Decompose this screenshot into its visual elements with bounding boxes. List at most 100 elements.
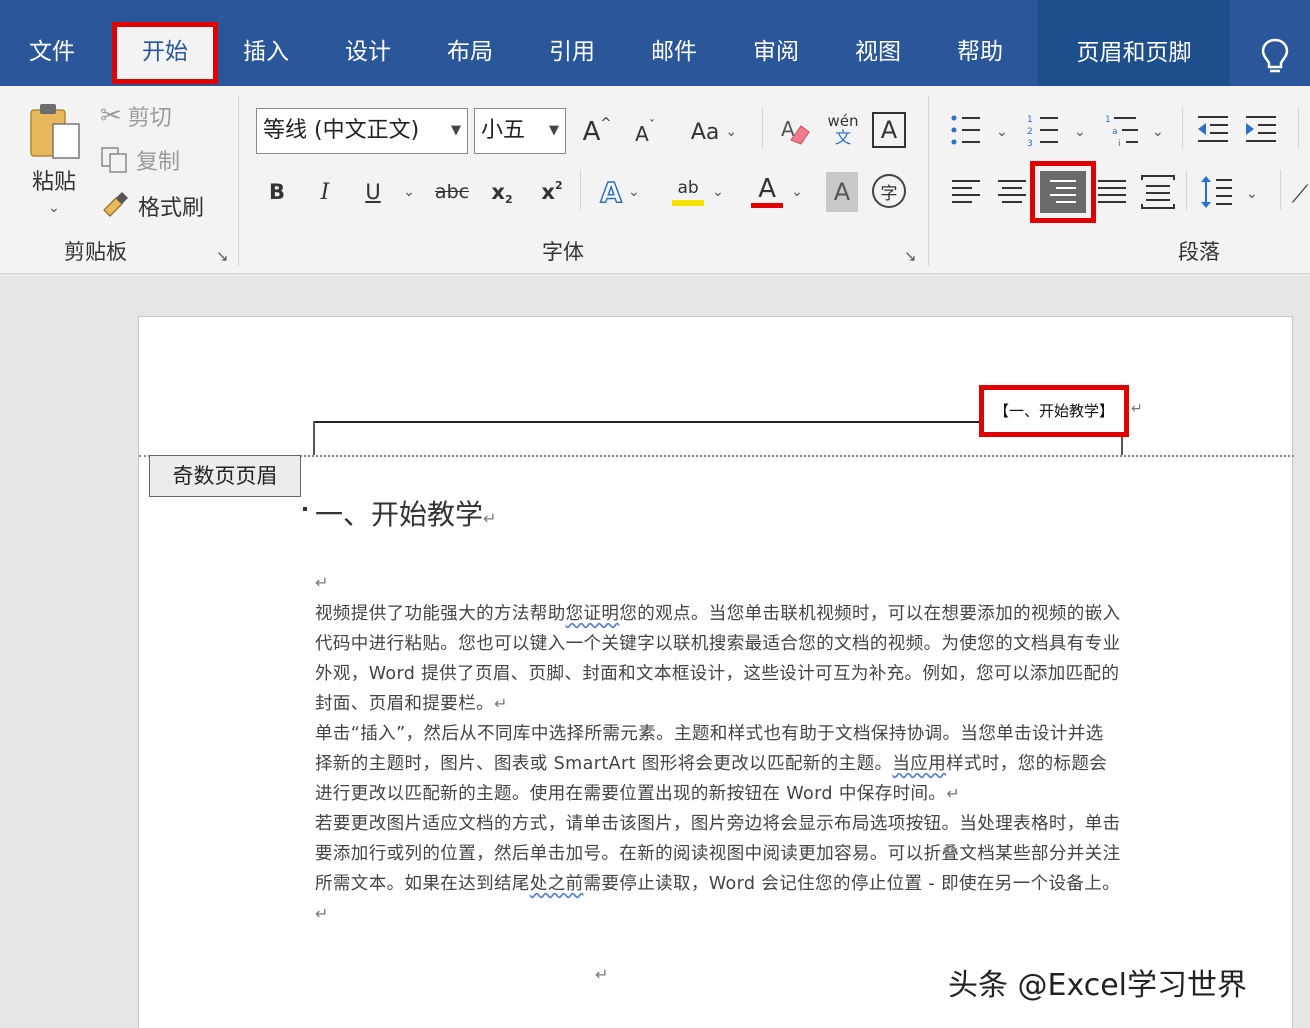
group-separator (1182, 108, 1183, 148)
tab-design[interactable]: 设计 (328, 22, 408, 82)
document-page[interactable]: 【一、开始教学】 ↵ 奇数页页眉 一、开始教学↵ ↵ 视频提供了功能强大的方法帮… (138, 316, 1294, 1028)
svg-text:⌄: ⌄ (1074, 124, 1086, 140)
underline-button[interactable]: U (358, 172, 388, 212)
format-painter-icon (103, 192, 128, 217)
tab-review[interactable]: 审阅 (736, 22, 816, 82)
group-separator (762, 108, 763, 148)
final-paragraph-mark: ↵ (595, 965, 609, 984)
tab-mailings[interactable]: 邮件 (634, 22, 714, 82)
justify-button[interactable] (1096, 178, 1128, 206)
svg-text:2: 2 (1027, 127, 1033, 137)
align-center-button[interactable] (996, 178, 1028, 206)
highlight-button[interactable]: ab ⌄ (666, 170, 730, 214)
paragraph-2-mark: ↵ (946, 784, 961, 803)
change-case-button[interactable]: Aa ⌄ (684, 110, 744, 154)
superscript-icon: x (541, 180, 555, 204)
copy-label: 复制 (136, 150, 181, 175)
font-name-combo[interactable]: 等线 (中文正文) ▼ (256, 108, 468, 154)
font-dialog-launcher-icon[interactable]: ↘ (904, 248, 920, 264)
numbering-button[interactable]: 1 2 3 ⌄ (1026, 112, 1096, 148)
lightbulb-icon[interactable] (1258, 36, 1292, 76)
paste-icon (30, 104, 80, 159)
text-effects-button[interactable]: A ⌄ (592, 170, 648, 214)
strikethrough-button[interactable]: abc (432, 172, 472, 212)
font-name-dropdown-icon[interactable]: ▼ (451, 109, 461, 153)
paragraph-group-label: 段落 (1178, 240, 1220, 264)
group-separator (928, 96, 929, 266)
decrease-indent-icon (1198, 116, 1228, 142)
paste-label: 粘贴 (31, 170, 76, 195)
clear-formatting-button[interactable]: A (776, 110, 814, 150)
tab-file[interactable]: 文件 (14, 22, 90, 82)
tab-references[interactable]: 引用 (532, 22, 612, 82)
font-name-value: 等线 (中文正文) (263, 118, 420, 143)
grow-font-button[interactable]: A ^ (580, 110, 614, 154)
paragraph-3-text-b: 需要停止读取，Word 会记住您的停止位置 - 即使在另一个设备上。 (583, 874, 1121, 894)
cut-button[interactable]: ✂ 剪切 (100, 98, 172, 134)
font-color-button[interactable]: A ⌄ (746, 170, 808, 214)
copy-button[interactable]: 复制 (100, 142, 180, 178)
grow-font-icon: A (582, 117, 601, 147)
clipboard-group-label: 剪贴板 (64, 240, 127, 264)
enclose-characters-button[interactable]: 字 (872, 174, 906, 208)
group-separator (1186, 170, 1187, 210)
phonetic-guide-bottom: 文 (834, 128, 851, 147)
italic-button[interactable]: I (310, 172, 340, 212)
tab-insert[interactable]: 插入 (226, 22, 306, 82)
font-color-glyph: A (758, 174, 777, 204)
subscript-button[interactable]: x2 (484, 172, 520, 212)
decrease-indent-button[interactable] (1196, 114, 1230, 144)
shading-button[interactable]: ⟋ (1290, 174, 1310, 214)
group-separator (1280, 170, 1281, 210)
header-text: 【一、开始教学】 (993, 402, 1114, 420)
character-shading-button[interactable]: A (826, 172, 858, 212)
align-right-icon (1050, 180, 1076, 203)
character-border-icon: A (880, 116, 898, 144)
line-spacing-button[interactable]: ⌄ (1200, 174, 1270, 210)
tab-home[interactable]: 开始 (112, 22, 218, 84)
distributed-button[interactable] (1140, 174, 1176, 210)
font-size-dropdown-icon[interactable]: ▼ (549, 109, 559, 153)
justify-icon (1098, 180, 1126, 203)
empty-paragraph-mark: ↵ (315, 573, 329, 592)
character-border-button[interactable]: A (872, 112, 906, 148)
align-right-highlight (1040, 171, 1086, 213)
svg-text:⌄: ⌄ (996, 124, 1008, 140)
underline-dropdown-icon[interactable]: ⌄ (400, 182, 418, 202)
align-left-button[interactable] (950, 178, 982, 206)
document-heading[interactable]: 一、开始教学↵ (315, 493, 496, 533)
tab-view[interactable]: 视图 (838, 22, 918, 82)
bold-icon: B (268, 180, 285, 204)
header-text-field[interactable]: 【一、开始教学】 (979, 385, 1129, 437)
svg-text:⌄: ⌄ (1152, 124, 1164, 140)
bold-button[interactable]: B (262, 172, 292, 212)
multilevel-list-button[interactable]: 1 a i ⌄ (1104, 112, 1174, 148)
paragraph-3-spellcheck: 处之前 (529, 874, 584, 894)
phonetic-guide-button[interactable]: wén 文 (824, 108, 862, 152)
tab-layout[interactable]: 布局 (430, 22, 510, 82)
header-boundary-line (139, 455, 1294, 457)
font-size-value: 小五 (481, 118, 526, 143)
svg-text:1: 1 (1027, 115, 1033, 125)
tab-help[interactable]: 帮助 (940, 22, 1020, 82)
increase-indent-icon (1246, 116, 1276, 142)
cut-label: 剪切 (127, 106, 172, 131)
paste-button[interactable]: 粘贴 ⌄ (22, 100, 86, 220)
paragraph-1: 视频提供了功能强大的方法帮助您证明您的观点。当您单击联机视频时，可以在想要添加的… (315, 599, 1121, 719)
shrink-font-button[interactable]: Aˇ (630, 114, 660, 154)
bullets-button[interactable]: ⌄ (948, 112, 1018, 148)
enclose-characters-icon: 字 (880, 183, 898, 204)
heading-paragraph-mark: ↵ (483, 509, 497, 528)
align-right-button[interactable] (1030, 161, 1096, 223)
paste-dropdown-icon[interactable]: ⌄ (48, 200, 60, 216)
increase-indent-button[interactable] (1244, 114, 1278, 144)
ribbon-tab-bar: 文件 开始 插入 设计 布局 引用 邮件 审阅 视图 帮助 页眉和页脚 (0, 0, 1310, 86)
document-body[interactable]: 视频提供了功能强大的方法帮助您证明您的观点。当您单击联机视频时，可以在想要添加的… (315, 599, 1121, 929)
tab-header-footer[interactable]: 页眉和页脚 (1038, 0, 1230, 86)
superscript-button[interactable]: x2 (534, 172, 570, 212)
paragraph-1-mark: ↵ (494, 694, 508, 713)
format-painter-button[interactable]: 格式刷 (100, 188, 204, 224)
clipboard-dialog-launcher-icon[interactable]: ↘ (216, 248, 232, 264)
font-size-combo[interactable]: 小五 ▼ (474, 108, 566, 154)
svg-text:a: a (1112, 127, 1118, 137)
